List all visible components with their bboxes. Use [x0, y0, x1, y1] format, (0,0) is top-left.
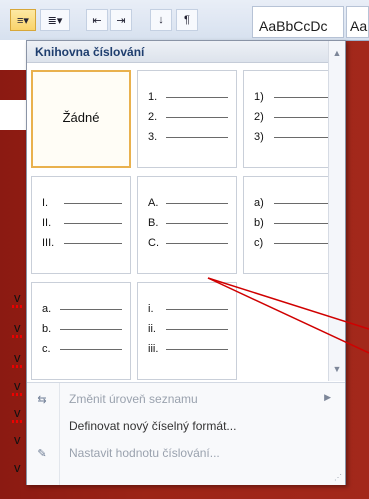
numbering-tile[interactable]: a. b. c.	[31, 282, 131, 380]
numbering-value-icon: ✎	[37, 447, 47, 460]
tile-marker: c)	[254, 237, 264, 249]
submenu-arrow-icon: ▶	[324, 392, 331, 402]
numbering-menu: ⇆ Změnit úroveň seznamu ▶ Definovat nový…	[27, 382, 345, 485]
document-text: v	[14, 290, 21, 305]
style-gallery-item[interactable]: AaBbCcDc	[252, 6, 344, 38]
scroll-down-icon[interactable]: ▼	[329, 361, 345, 377]
style-gallery-item-2[interactable]: Aa	[346, 6, 369, 38]
tile-marker: 3.	[148, 131, 158, 143]
resize-grip-icon[interactable]: ⋰	[334, 473, 342, 482]
ribbon-toolbar: ≡▾ ≣▾ ⇤ ⇥ ↓ ¶ AaBbCcDc Aa	[0, 0, 369, 41]
tile-marker: iii.	[148, 343, 159, 355]
tile-marker: 2.	[148, 111, 158, 123]
numbering-tile[interactable]: 1. 2. 3.	[137, 70, 237, 168]
numbering-tile[interactable]: I. II. III.	[31, 176, 131, 274]
decrease-indent-icon[interactable]: ⇤	[86, 9, 108, 31]
document-fragment	[0, 100, 26, 130]
tile-marker: a.	[42, 303, 52, 315]
document-text: v	[14, 378, 21, 393]
spellcheck-squiggle	[12, 305, 24, 308]
spellcheck-squiggle	[12, 335, 24, 338]
gallery-scrollbar[interactable]: ▲ ▼	[328, 41, 345, 381]
document-text: v	[14, 350, 21, 365]
scroll-up-icon[interactable]: ▲	[329, 45, 345, 61]
document-text: v	[14, 405, 21, 420]
sort-icon[interactable]: ↓	[150, 9, 172, 31]
tile-marker: b.	[42, 323, 52, 335]
numbering-tile-none[interactable]: Žádné	[31, 70, 131, 168]
tile-marker: I.	[42, 197, 49, 209]
tile-marker: B.	[148, 217, 159, 229]
numbering-icon[interactable]: ≡▾	[10, 9, 36, 31]
tile-marker: ii.	[148, 323, 156, 335]
tile-marker: i.	[148, 303, 154, 315]
change-list-level-item[interactable]: ⇆ Změnit úroveň seznamu ▶	[27, 387, 345, 411]
tile-marker: III.	[42, 237, 55, 249]
spellcheck-squiggle	[12, 420, 24, 423]
spellcheck-squiggle	[12, 365, 24, 368]
numbering-library-dropdown: Knihovna číslování Žádné 1. 2. 3. 1) 2) …	[26, 40, 346, 485]
numbering-tile[interactable]: i. ii. iii.	[137, 282, 237, 380]
menu-item-label: Změnit úroveň seznamu	[69, 392, 198, 406]
increase-indent-icon[interactable]: ⇥	[110, 9, 132, 31]
panel-title: Knihovna číslování	[27, 41, 345, 63]
document-text: v	[14, 460, 21, 475]
numbering-tile[interactable]: A. B. C.	[137, 176, 237, 274]
define-number-format-item[interactable]: Definovat nový číselný formát...	[27, 414, 345, 438]
document-text: v	[14, 320, 21, 335]
tile-marker: a)	[254, 197, 264, 209]
tile-marker: 3)	[254, 131, 264, 143]
tile-marker: b)	[254, 217, 264, 229]
pilcrow-icon[interactable]: ¶	[176, 9, 198, 31]
tile-marker: 1)	[254, 91, 264, 103]
tile-marker: A.	[148, 197, 159, 209]
tile-marker: C.	[148, 237, 159, 249]
tile-marker: 1.	[148, 91, 158, 103]
spellcheck-squiggle	[12, 393, 24, 396]
list-level-icon: ⇆	[37, 393, 47, 406]
document-text: v	[14, 432, 21, 447]
menu-item-label: Nastavit hodnotu číslování...	[69, 446, 220, 460]
menu-item-label: Definovat nový číselný formát...	[69, 419, 237, 433]
tile-label: Žádné	[62, 110, 100, 125]
tile-marker: II.	[42, 217, 52, 229]
tile-marker: 2)	[254, 111, 264, 123]
tile-marker: c.	[42, 343, 51, 355]
multilevel-list-icon[interactable]: ≣▾	[40, 9, 70, 31]
document-fragment	[0, 40, 26, 70]
set-numbering-value-item[interactable]: ✎ Nastavit hodnotu číslování...	[27, 441, 345, 465]
